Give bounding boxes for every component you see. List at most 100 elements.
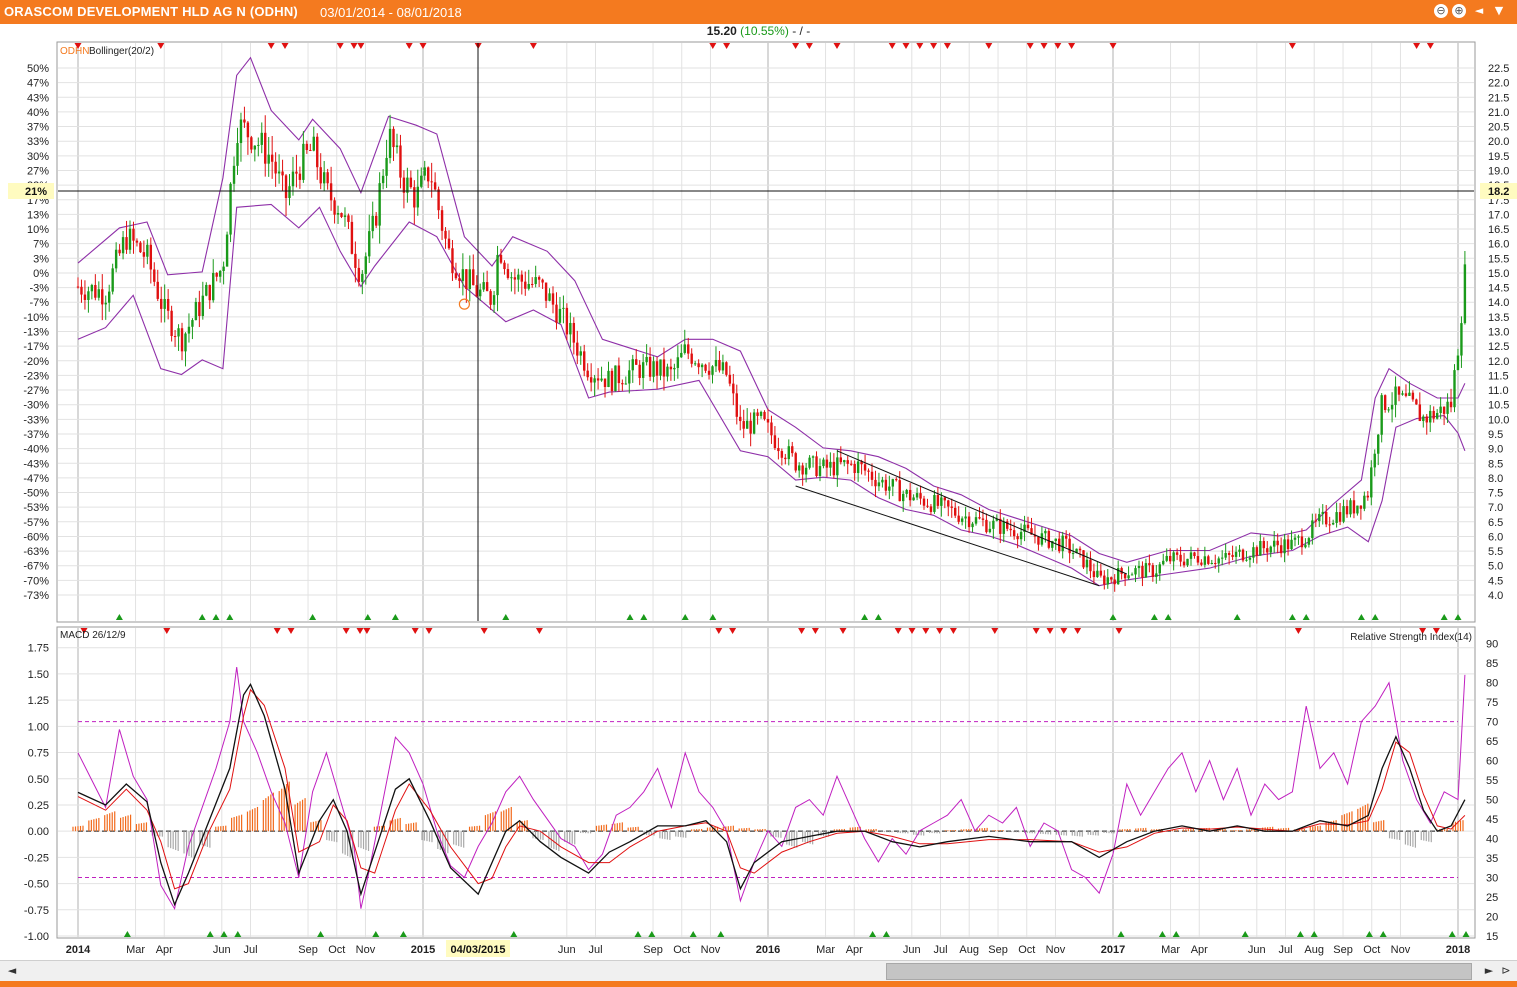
percent-tick-label: 10% [27,224,49,236]
candle-body [1318,514,1321,522]
candle-body [76,286,80,288]
date-tick-label: Mar [816,944,835,956]
candle-body [451,248,454,274]
candle-body [1162,560,1165,565]
candle-body [319,167,322,184]
date-tick-label: Apr [156,944,173,956]
candle-body [874,479,877,487]
candle-body [808,457,811,468]
bollinger-label: Bollinger(20/2) [89,46,154,57]
candle-body [440,210,444,231]
candle-body [1217,558,1220,564]
candle-body [1009,528,1012,531]
scroll-left-icon[interactable]: ◄ [4,963,20,979]
candle-body [1297,536,1300,538]
date-tick-label: Jul [588,944,602,956]
candle-body [146,244,149,257]
price-tick-label: 15.5 [1488,253,1509,265]
candle-body [794,453,797,471]
candle-body [461,269,465,281]
candle-body [1286,539,1290,550]
candle-body [1397,386,1401,395]
horizontal-scrollbar[interactable]: ◄ ► ⊳ [0,960,1517,981]
date-tick-label: Sep [988,944,1008,956]
candle-body [305,143,309,151]
candle-body [454,273,458,279]
candle-body [1335,512,1338,523]
candle-body [1089,559,1092,572]
candle-body [80,286,83,295]
chart-area[interactable]: 50%47%43%40%37%33%30%27%23%17%13%10%7%3%… [0,40,1517,960]
candle-body [818,466,822,477]
candle-body [1411,392,1415,400]
price-tick-label: 12.0 [1488,356,1509,368]
candle-body [797,465,801,471]
candle-body [1092,571,1096,578]
scroll-right-icon[interactable]: ► [1481,963,1497,979]
candle-body [232,165,236,184]
candle-body [1383,395,1387,411]
price-tick-label: 10.0 [1488,414,1509,426]
price-change: (10.55%) [740,24,789,38]
date-tick-label: Jun [558,944,576,956]
candle-body [1439,406,1442,413]
candle-body [1363,495,1366,509]
candle-body [898,480,901,502]
price-tick-label: 4.0 [1488,590,1503,602]
candle-body [915,493,919,498]
candle-body [912,497,915,501]
candle-body [170,310,173,337]
percent-tick-label: -27% [23,385,49,397]
candle-body [666,366,669,377]
candle-body [1252,547,1255,558]
menu-icon[interactable]: ▼ [1492,4,1506,18]
candle-body [295,171,298,174]
candle-body [846,460,849,464]
candle-body [513,277,517,280]
candle-body [1238,549,1241,552]
percent-tick-label: -7% [29,297,49,309]
candle-body [1061,535,1064,552]
candle-body [173,336,177,338]
previous-icon[interactable]: ◄ [1472,4,1486,18]
candle-body [1085,559,1089,568]
candle-body [326,172,329,184]
price-tick-label: 13.5 [1488,312,1509,324]
candle-body [721,362,725,371]
candle-body [641,362,645,378]
candle-body [600,378,603,381]
candle-body [218,271,222,277]
percent-tick-label: -43% [23,458,49,470]
price-quote: 15.20 (10.55%) - / - [0,24,1517,40]
candle-body [1110,577,1113,580]
candle-body [756,412,759,416]
candle-body [177,328,180,337]
candle-body [333,200,336,215]
candle-body [1401,393,1404,395]
price-tick-label: 6.0 [1488,531,1503,543]
macd-tick-label: 0.25 [28,800,49,812]
candle-body [166,298,170,311]
candle-body [1276,540,1279,546]
macd-tick-label: 1.75 [28,643,49,655]
candle-body [430,181,433,183]
macd-tick-label: 0.75 [28,748,49,760]
candle-body [950,506,953,508]
scroll-thumb[interactable] [886,963,1472,980]
candle-body [111,268,114,292]
price-tick-label: 20.5 [1488,122,1509,134]
candle-body [243,119,246,123]
candle-body [888,486,891,491]
zoom-out-icon[interactable]: ⊖ [1434,4,1448,18]
zoom-in-icon[interactable]: ⊕ [1452,4,1466,18]
candle-body [180,328,184,352]
rsi-tick-label: 85 [1486,658,1498,670]
scroll-end-icon[interactable]: ⊳ [1498,963,1514,979]
candle-body [548,293,551,301]
percent-tick-label: 27% [27,165,49,177]
candle-body [697,363,700,368]
candle-body [222,266,225,272]
candle-body [527,283,530,289]
candle-body [399,145,402,178]
candle-body [1054,538,1057,541]
